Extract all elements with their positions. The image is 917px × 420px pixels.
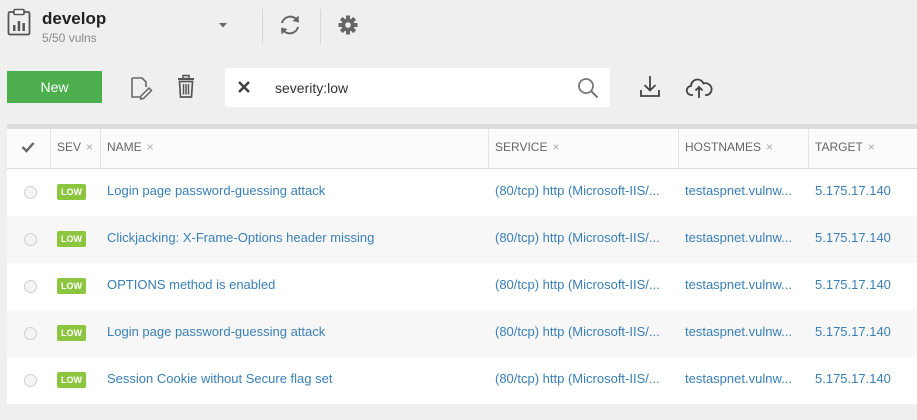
target-link[interactable]: 5.175.17.140 — [815, 357, 915, 404]
table-header: SEV × NAME × SERVICE × HOSTNAMES × TARGET × — [7, 129, 917, 169]
remove-column-icon[interactable]: × — [147, 140, 154, 154]
severity-badge: LOW — [57, 372, 86, 388]
row-select-radio[interactable] — [24, 374, 37, 387]
refresh-icon[interactable] — [277, 12, 303, 38]
check-icon[interactable] — [21, 141, 35, 153]
trash-icon[interactable] — [174, 74, 198, 100]
target-link[interactable]: 5.175.17.140 — [815, 216, 915, 263]
row-select-radio[interactable] — [24, 186, 37, 199]
header-divider — [320, 9, 321, 44]
service-link[interactable]: (80/tcp) http (Microsoft-IIS/... — [495, 310, 675, 357]
target-link[interactable]: 5.175.17.140 — [815, 263, 915, 310]
clear-search-icon[interactable] — [237, 80, 251, 94]
service-link[interactable]: (80/tcp) http (Microsoft-IIS/... — [495, 263, 675, 310]
vuln-name-link[interactable]: Clickjacking: X-Frame-Options header mis… — [107, 216, 477, 263]
service-link[interactable]: (80/tcp) http (Microsoft-IIS/... — [495, 216, 675, 263]
table-row[interactable]: LOW Clickjacking: X-Frame-Options header… — [7, 216, 917, 263]
service-link[interactable]: (80/tcp) http (Microsoft-IIS/... — [495, 169, 675, 216]
column-header-sev[interactable]: SEV × — [51, 129, 101, 169]
search-bar — [225, 68, 610, 107]
table-row[interactable]: LOW Login page password-guessing attack … — [7, 169, 917, 216]
hostname-link[interactable]: testaspnet.vulnw... — [685, 216, 803, 263]
header-divider — [262, 9, 263, 44]
column-header-target[interactable]: TARGET × — [809, 129, 917, 169]
search-input[interactable] — [275, 76, 565, 99]
new-vuln-button[interactable]: New — [7, 71, 102, 103]
row-select-radio[interactable] — [24, 280, 37, 293]
download-icon[interactable] — [638, 74, 662, 100]
service-link[interactable]: (80/tcp) http (Microsoft-IIS/... — [495, 357, 675, 404]
severity-badge: LOW — [57, 325, 86, 341]
workspace-vuln-count: 5/50 vulns — [42, 31, 97, 45]
hostname-link[interactable]: testaspnet.vulnw... — [685, 169, 803, 216]
severity-badge: LOW — [57, 184, 86, 200]
cloud-upload-icon[interactable] — [685, 75, 713, 101]
select-all-header — [7, 129, 51, 169]
hostname-link[interactable]: testaspnet.vulnw... — [685, 263, 803, 310]
hostname-link[interactable]: testaspnet.vulnw... — [685, 357, 803, 404]
vuln-name-link[interactable]: OPTIONS method is enabled — [107, 263, 477, 310]
vuln-name-link[interactable]: Session Cookie without Secure flag set — [107, 357, 477, 404]
column-header-name[interactable]: NAME × — [101, 129, 489, 169]
search-icon[interactable] — [577, 77, 599, 99]
table-row[interactable]: LOW Session Cookie without Secure flag s… — [7, 357, 917, 404]
hostname-link[interactable]: testaspnet.vulnw... — [685, 310, 803, 357]
workspace-clipboard-icon — [7, 8, 31, 36]
target-link[interactable]: 5.175.17.140 — [815, 169, 915, 216]
edit-icon[interactable] — [129, 75, 153, 101]
workspace-name[interactable]: develop — [42, 9, 106, 29]
row-select-radio[interactable] — [24, 327, 37, 340]
table-row[interactable]: LOW OPTIONS method is enabled (80/tcp) h… — [7, 263, 917, 310]
remove-column-icon[interactable]: × — [552, 140, 559, 154]
table-row[interactable]: LOW Login page password-guessing attack … — [7, 310, 917, 357]
column-header-service[interactable]: SERVICE × — [489, 129, 679, 169]
vuln-name-link[interactable]: Login page password-guessing attack — [107, 310, 477, 357]
severity-badge: LOW — [57, 231, 86, 247]
target-link[interactable]: 5.175.17.140 — [815, 310, 915, 357]
remove-column-icon[interactable]: × — [766, 140, 773, 154]
chevron-down-icon[interactable] — [218, 21, 228, 29]
vulns-table: SEV × NAME × SERVICE × HOSTNAMES × TARGET × L… — [7, 129, 917, 404]
vuln-name-link[interactable]: Login page password-guessing attack — [107, 169, 477, 216]
severity-badge: LOW — [57, 278, 86, 294]
gear-icon[interactable] — [335, 12, 361, 38]
remove-column-icon[interactable]: × — [86, 140, 93, 154]
row-select-radio[interactable] — [24, 233, 37, 246]
column-header-hostnames[interactable]: HOSTNAMES × — [679, 129, 809, 169]
remove-column-icon[interactable]: × — [868, 140, 875, 154]
